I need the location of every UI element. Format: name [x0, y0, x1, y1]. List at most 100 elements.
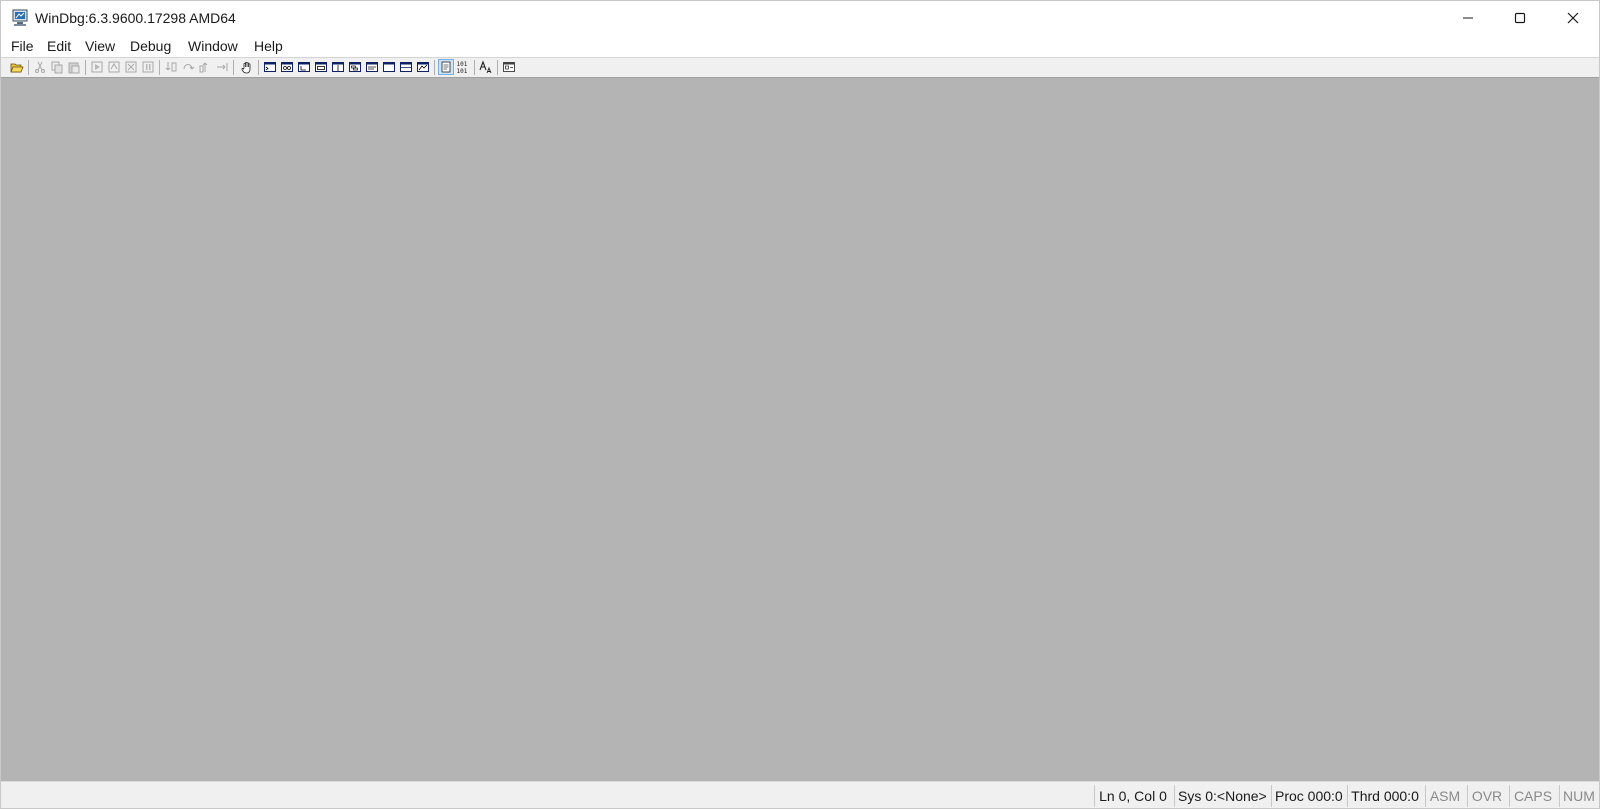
- watch-window-button[interactable]: [280, 60, 294, 74]
- menu-file[interactable]: File: [11, 37, 34, 55]
- paste-button[interactable]: [67, 60, 81, 74]
- source-mode-button[interactable]: [438, 59, 454, 75]
- copy-icon: [51, 61, 63, 74]
- menu-view[interactable]: View: [85, 37, 115, 55]
- processes-threads-icon: [400, 62, 412, 72]
- processes-threads-button[interactable]: [399, 60, 413, 74]
- cut-icon: [35, 61, 45, 73]
- step-out-button[interactable]: [198, 60, 212, 74]
- windbg-window: WinDbg:6.3.9600.17298 AMD64 File Edit Vi…: [0, 0, 1600, 809]
- status-thread: Thrd 000:0: [1351, 788, 1419, 804]
- close-button[interactable]: [1547, 1, 1599, 35]
- title-bar[interactable]: WinDbg:6.3.9600.17298 AMD64: [1, 1, 1599, 35]
- close-icon: [1567, 12, 1579, 24]
- status-process: Proc 000:0: [1275, 788, 1343, 804]
- svg-text:101: 101: [457, 68, 468, 74]
- maximize-button[interactable]: [1494, 1, 1546, 35]
- go-icon: [91, 61, 103, 73]
- status-separator: [1425, 785, 1426, 807]
- menu-bar: File Edit View Debug Window Help: [1, 35, 1599, 58]
- status-separator: [1347, 785, 1348, 807]
- break-button[interactable]: [141, 60, 155, 74]
- paste-icon: [68, 62, 80, 74]
- source-mode-icon: [441, 61, 451, 73]
- toolbar-separator: [474, 60, 475, 75]
- command-window-icon: [264, 62, 276, 72]
- font-button[interactable]: [479, 60, 493, 74]
- status-separator: [1094, 785, 1095, 807]
- restart-button[interactable]: [107, 60, 121, 74]
- step-into-icon: [165, 62, 177, 72]
- svg-text:101: 101: [457, 61, 468, 68]
- status-separator: [1271, 785, 1272, 807]
- menu-help[interactable]: Help: [254, 37, 283, 55]
- status-bar: Ln 0, Col 0 Sys 0:<None> Proc 000:0 Thrd…: [1, 781, 1599, 808]
- break-icon: [142, 61, 154, 73]
- run-to-cursor-button[interactable]: [215, 60, 229, 74]
- toolbar: 101 101: [1, 58, 1599, 78]
- run-to-cursor-icon: [217, 63, 228, 71]
- menu-debug[interactable]: Debug: [130, 37, 171, 55]
- step-over-button[interactable]: [181, 60, 195, 74]
- status-separator: [1559, 785, 1560, 807]
- memory-window-button[interactable]: [331, 60, 345, 74]
- toolbar-separator: [434, 60, 435, 75]
- disassembly-window-button[interactable]: [365, 60, 379, 74]
- menu-window[interactable]: Window: [188, 37, 238, 55]
- watch-window-icon: [281, 62, 293, 72]
- copy-button[interactable]: [50, 60, 64, 74]
- minimize-icon: [1463, 17, 1473, 19]
- options-icon: [503, 62, 515, 72]
- open-button[interactable]: [10, 60, 24, 74]
- stop-debugging-button[interactable]: [124, 60, 138, 74]
- step-into-button[interactable]: [164, 60, 178, 74]
- window-title: WinDbg:6.3.9600.17298 AMD64: [35, 10, 236, 26]
- restart-icon: [108, 61, 120, 73]
- registers-window-button[interactable]: [314, 60, 328, 74]
- windbg-app-icon[interactable]: [11, 9, 29, 27]
- scratch-pad-icon: [383, 62, 395, 72]
- hand-icon: [241, 61, 251, 74]
- status-separator: [1467, 785, 1468, 807]
- maximize-icon: [1514, 12, 1526, 24]
- open-folder-icon: [10, 63, 24, 73]
- mdi-client-area[interactable]: [1, 78, 1599, 781]
- binary-mode-icon: 101 101: [457, 61, 468, 74]
- command-window-button[interactable]: [263, 60, 277, 74]
- options-window-button[interactable]: [416, 60, 430, 74]
- call-stack-icon: [349, 62, 361, 72]
- options-button[interactable]: [502, 60, 516, 74]
- step-over-icon: [183, 64, 195, 70]
- toolbar-separator: [233, 60, 234, 75]
- status-ovr: OVR: [1471, 788, 1503, 804]
- locals-window-icon: [298, 62, 310, 72]
- memory-window-icon: [332, 62, 344, 72]
- toolbar-separator: [497, 60, 498, 75]
- status-num: NUM: [1563, 788, 1595, 804]
- menu-edit[interactable]: Edit: [47, 37, 71, 55]
- status-asm: ASM: [1429, 788, 1461, 804]
- toolbar-separator: [159, 60, 160, 75]
- registers-window-icon: [315, 62, 327, 72]
- toolbar-separator: [258, 60, 259, 75]
- status-separator: [1174, 785, 1175, 807]
- font-icon: [479, 60, 492, 74]
- cut-button[interactable]: [33, 60, 47, 74]
- status-caps: CAPS: [1513, 788, 1553, 804]
- status-line-column: Ln 0, Col 0: [1099, 788, 1167, 804]
- toolbar-separator: [28, 60, 29, 75]
- status-system: Sys 0:<None>: [1178, 788, 1267, 804]
- status-separator: [1509, 785, 1510, 807]
- toolbar-separator: [85, 60, 86, 75]
- scratch-pad-button[interactable]: [382, 60, 396, 74]
- locals-window-button[interactable]: [297, 60, 311, 74]
- step-out-icon: [199, 62, 208, 73]
- binary-mode-button[interactable]: 101 101: [456, 60, 470, 74]
- minimize-button[interactable]: [1442, 1, 1494, 35]
- options-window-icon: [417, 62, 429, 72]
- stop-debugging-icon: [125, 61, 137, 73]
- go-button[interactable]: [90, 60, 104, 74]
- call-stack-button[interactable]: [348, 60, 362, 74]
- hand-button[interactable]: [240, 60, 254, 74]
- disassembly-window-icon: [366, 62, 378, 72]
